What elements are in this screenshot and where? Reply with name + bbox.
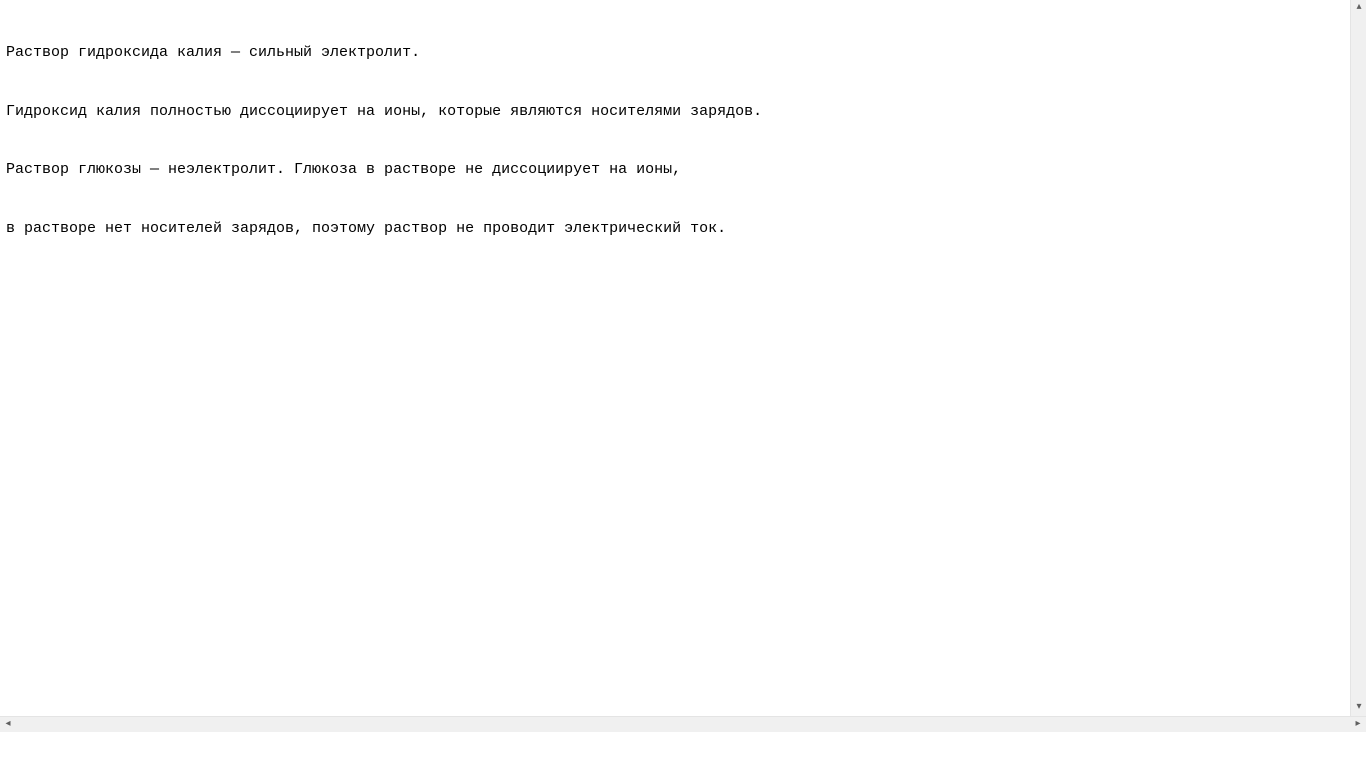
scroll-down-arrow-icon[interactable]: ▾ — [1351, 700, 1366, 716]
text-line: Раствор гидроксида калия — сильный элект… — [6, 43, 1344, 63]
scroll-left-arrow-icon[interactable]: ◂ — [0, 717, 16, 733]
vertical-scrollbar[interactable]: ▴ ▾ — [1350, 0, 1366, 716]
text-line: Раствор глюкозы — неэлектролит. Глюкоза … — [6, 160, 1344, 180]
scroll-up-arrow-icon[interactable]: ▴ — [1351, 0, 1366, 16]
text-line: в растворе нет носителей зарядов, поэтом… — [6, 219, 1344, 239]
bottom-blank-area — [0, 732, 1366, 768]
text-line: Гидроксид калия полностью диссоциирует н… — [6, 102, 1344, 122]
scroll-right-arrow-icon[interactable]: ▸ — [1350, 717, 1366, 733]
horizontal-scrollbar[interactable]: ◂ ▸ — [0, 716, 1366, 732]
text-content-area: Раствор гидроксида калия — сильный элект… — [0, 0, 1350, 716]
